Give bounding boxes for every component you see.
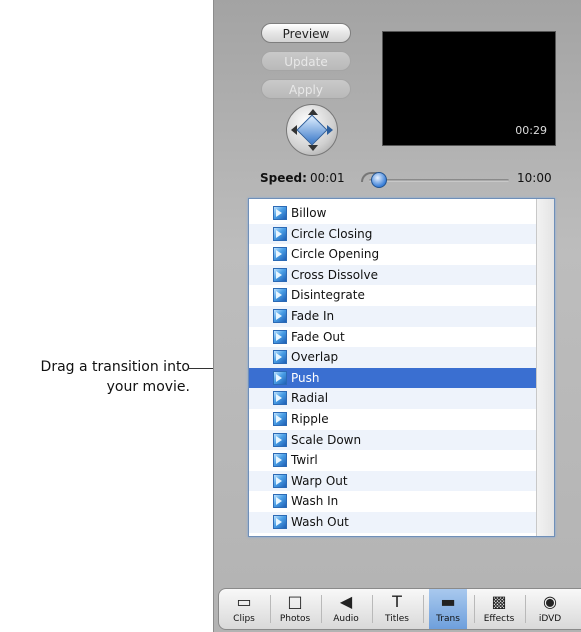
transition-label: Circle Closing <box>291 226 373 241</box>
transition-label: Circle Opening <box>291 247 380 262</box>
transition-label: Wash In <box>291 494 339 509</box>
transition-item[interactable]: Circle Opening <box>249 244 537 265</box>
transition-icon <box>273 329 287 344</box>
callout-text: Drag a transition into your movie. <box>0 357 190 397</box>
transition-label: Push <box>291 370 320 385</box>
transition-list-scrollbar[interactable] <box>536 199 554 536</box>
toolbar-clips-button[interactable]: ▭ Clips <box>225 589 263 629</box>
transition-icon <box>273 473 287 488</box>
transition-label: Overlap <box>291 350 339 365</box>
toolbar-effects-button[interactable]: ▩ Effects <box>480 589 518 629</box>
transition-item[interactable]: Twirl <box>249 450 537 471</box>
transition-label: Disintegrate <box>291 288 365 303</box>
speed-slider-track[interactable] <box>369 179 509 182</box>
toolbar-label: Photos <box>279 614 311 624</box>
transition-label: Cross Dissolve <box>291 267 378 282</box>
transition-icon <box>273 494 287 509</box>
transition-list[interactable]: Billow Circle Closing Circle Opening Cross … <box>248 198 555 537</box>
transition-item[interactable]: Radial <box>249 388 537 409</box>
callout-line2: your movie. <box>106 379 190 395</box>
speed-max-value: 10:00 <box>517 171 552 185</box>
speed-label: Speed: <box>260 171 307 185</box>
speed-slider-knob[interactable] <box>371 172 387 188</box>
transition-list-items: Billow Circle Closing Circle Opening Cross … <box>249 203 537 533</box>
toolbar-titles-button[interactable]: T Titles <box>378 589 416 629</box>
transition-item[interactable]: Overlap <box>249 347 537 368</box>
toolbar-label: Titles <box>385 614 409 624</box>
preview-time: 00:29 <box>515 124 547 137</box>
transition-item[interactable]: Fade In <box>249 305 537 327</box>
transition-label: Billow <box>291 206 327 220</box>
transition-item[interactable]: Ripple <box>249 409 537 430</box>
transition-label: Scale Down <box>291 432 362 447</box>
trans-icon: ▬ <box>440 592 456 611</box>
transition-label: Fade Out <box>291 329 345 344</box>
titles-icon: T <box>392 592 402 611</box>
audio-icon: ◀ <box>339 592 353 611</box>
toolbar-separator <box>525 595 526 623</box>
transition-icon <box>273 226 287 241</box>
transition-icon <box>273 411 287 426</box>
transition-icon <box>273 247 287 262</box>
pane-toolbar: ▭ Clips □ Photos ◀ Audio T Titles ▬ Trans ▩ Effects… <box>218 588 581 630</box>
toolbar-audio-button[interactable]: ◀ Audio <box>327 589 365 629</box>
preview-monitor: 00:29 <box>382 31 556 146</box>
transition-label: Wash Out <box>291 514 349 529</box>
transition-item[interactable]: Push <box>249 367 537 389</box>
preview-button[interactable]: Preview <box>261 23 351 43</box>
transition-icon <box>273 514 287 529</box>
toolbar-label: iDVD <box>538 614 562 624</box>
transition-item[interactable]: Warp Out <box>249 470 537 492</box>
toolbar-separator <box>474 595 475 623</box>
transition-label: Radial <box>291 391 329 406</box>
effects-icon: ▩ <box>491 592 507 611</box>
toolbar-separator <box>372 595 373 623</box>
toolbar-label: Clips <box>233 614 255 624</box>
transition-icon <box>273 391 287 406</box>
transition-item[interactable]: Scale Down <box>249 429 537 451</box>
toolbar-label: Effects <box>483 614 515 624</box>
toolbar-label: Audio <box>333 614 359 624</box>
photos-icon: □ <box>287 592 303 611</box>
toolbar-trans-button[interactable]: ▬ Trans <box>429 589 467 629</box>
transition-item[interactable]: Wash Out <box>249 511 537 533</box>
direction-control[interactable] <box>286 104 338 156</box>
transition-label: Warp Out <box>291 473 348 488</box>
transition-icon <box>273 432 287 447</box>
speed-min-value: 00:01 <box>310 171 345 185</box>
toolbar-separator <box>321 595 322 623</box>
arrow-right-icon[interactable] <box>327 125 333 135</box>
transition-label: Twirl <box>291 453 318 468</box>
transition-icon <box>273 370 287 385</box>
toolbar-separator <box>270 595 271 623</box>
arrow-down-icon[interactable] <box>308 145 318 151</box>
toolbar-label: Trans <box>436 614 460 624</box>
transition-icon <box>273 206 287 220</box>
transition-icon <box>273 453 287 468</box>
idvd-icon: ◉ <box>543 592 557 611</box>
transition-icon <box>273 308 287 323</box>
transition-label: Fade In <box>291 308 335 323</box>
toolbar-photos-button[interactable]: □ Photos <box>276 589 314 629</box>
transition-item[interactable]: Disintegrate <box>249 285 537 306</box>
transition-item[interactable]: Billow <box>249 203 537 224</box>
transition-item[interactable]: Circle Closing <box>249 223 537 245</box>
transitions-pane: Preview Update Apply 00:29 Speed: 00:01 … <box>213 0 581 632</box>
transition-icon <box>273 288 287 303</box>
transition-icon <box>273 350 287 365</box>
clips-icon: ▭ <box>236 592 252 611</box>
update-button[interactable]: Update <box>261 51 351 71</box>
transition-item[interactable]: Cross Dissolve <box>249 264 537 286</box>
transition-label: Ripple <box>291 411 329 426</box>
direction-center-icon <box>296 114 328 146</box>
transition-item[interactable]: Fade Out <box>249 327 537 348</box>
toolbar-idvd-button[interactable]: ◉ iDVD <box>531 589 569 629</box>
transition-item[interactable]: Wash In <box>249 491 537 512</box>
apply-button[interactable]: Apply <box>261 79 351 99</box>
transition-icon <box>273 267 287 282</box>
arrow-up-icon[interactable] <box>308 109 318 115</box>
toolbar-separator <box>423 595 424 623</box>
callout-line1: Drag a transition into <box>40 359 190 375</box>
